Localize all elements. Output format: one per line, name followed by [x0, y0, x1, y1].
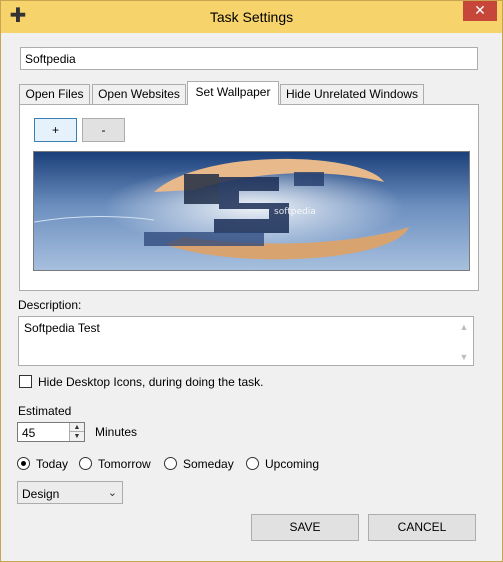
spin-down-icon[interactable]: ▼	[70, 432, 84, 441]
radio-tomorrow[interactable]	[79, 457, 92, 470]
wallpaper-preview[interactable]: softpedia	[33, 151, 470, 271]
radio-upcoming-label: Upcoming	[265, 457, 320, 471]
description-label: Description:	[18, 298, 82, 312]
remove-wallpaper-button[interactable]: -	[82, 118, 125, 142]
hide-desktop-icons-checkbox[interactable]	[19, 375, 32, 388]
estimated-value: 45	[22, 426, 36, 440]
cancel-button[interactable]: CANCEL	[368, 514, 476, 541]
save-button[interactable]: SAVE	[251, 514, 359, 541]
radio-someday-label: Someday	[183, 457, 234, 471]
wallpaper-image: softpedia	[34, 152, 469, 270]
estimated-label: Estimated	[18, 404, 72, 418]
tab-set-wallpaper[interactable]: Set Wallpaper	[187, 81, 279, 105]
radio-someday[interactable]	[164, 457, 177, 470]
window-title: Task Settings	[209, 9, 294, 25]
title-bar[interactable]: ✚ Task Settings ✕	[1, 1, 502, 33]
category-select[interactable]: Design ⌄	[17, 481, 123, 504]
tab-hide-unrelated-windows[interactable]: Hide Unrelated Windows	[280, 84, 424, 104]
tab-open-files[interactable]: Open Files	[19, 84, 90, 104]
category-value: Design	[22, 487, 60, 501]
spin-up-icon[interactable]: ▲	[70, 423, 84, 432]
minutes-label: Minutes	[95, 425, 138, 439]
task-settings-window: ✚ Task Settings ✕ Open Files Open Websit…	[0, 0, 503, 562]
radio-today[interactable]	[17, 457, 30, 470]
add-wallpaper-button[interactable]: +	[34, 118, 77, 142]
radio-upcoming[interactable]	[246, 457, 259, 470]
spinner-buttons: ▲ ▼	[69, 423, 84, 441]
radio-tomorrow-label: Tomorrow	[98, 457, 151, 471]
set-wallpaper-panel: + - softpedia	[19, 104, 479, 291]
estimated-minutes-spinner[interactable]: 45 ▲ ▼	[17, 422, 85, 442]
close-button[interactable]: ✕	[463, 1, 497, 21]
scroll-down-icon[interactable]: ▼	[458, 351, 470, 363]
hide-desktop-icons-label: Hide Desktop Icons, during doing the tas…	[38, 375, 264, 389]
tab-open-websites[interactable]: Open Websites	[92, 84, 186, 104]
task-name-input[interactable]	[20, 47, 478, 70]
scroll-up-icon[interactable]: ▲	[458, 321, 470, 333]
radio-today-label: Today	[36, 457, 69, 471]
description-textarea[interactable]: Softpedia Test ▲ ▼	[18, 316, 474, 366]
chevron-down-icon: ⌄	[107, 487, 117, 499]
description-value: Softpedia Test	[24, 321, 100, 335]
svg-text:softpedia: softpedia	[274, 207, 316, 217]
